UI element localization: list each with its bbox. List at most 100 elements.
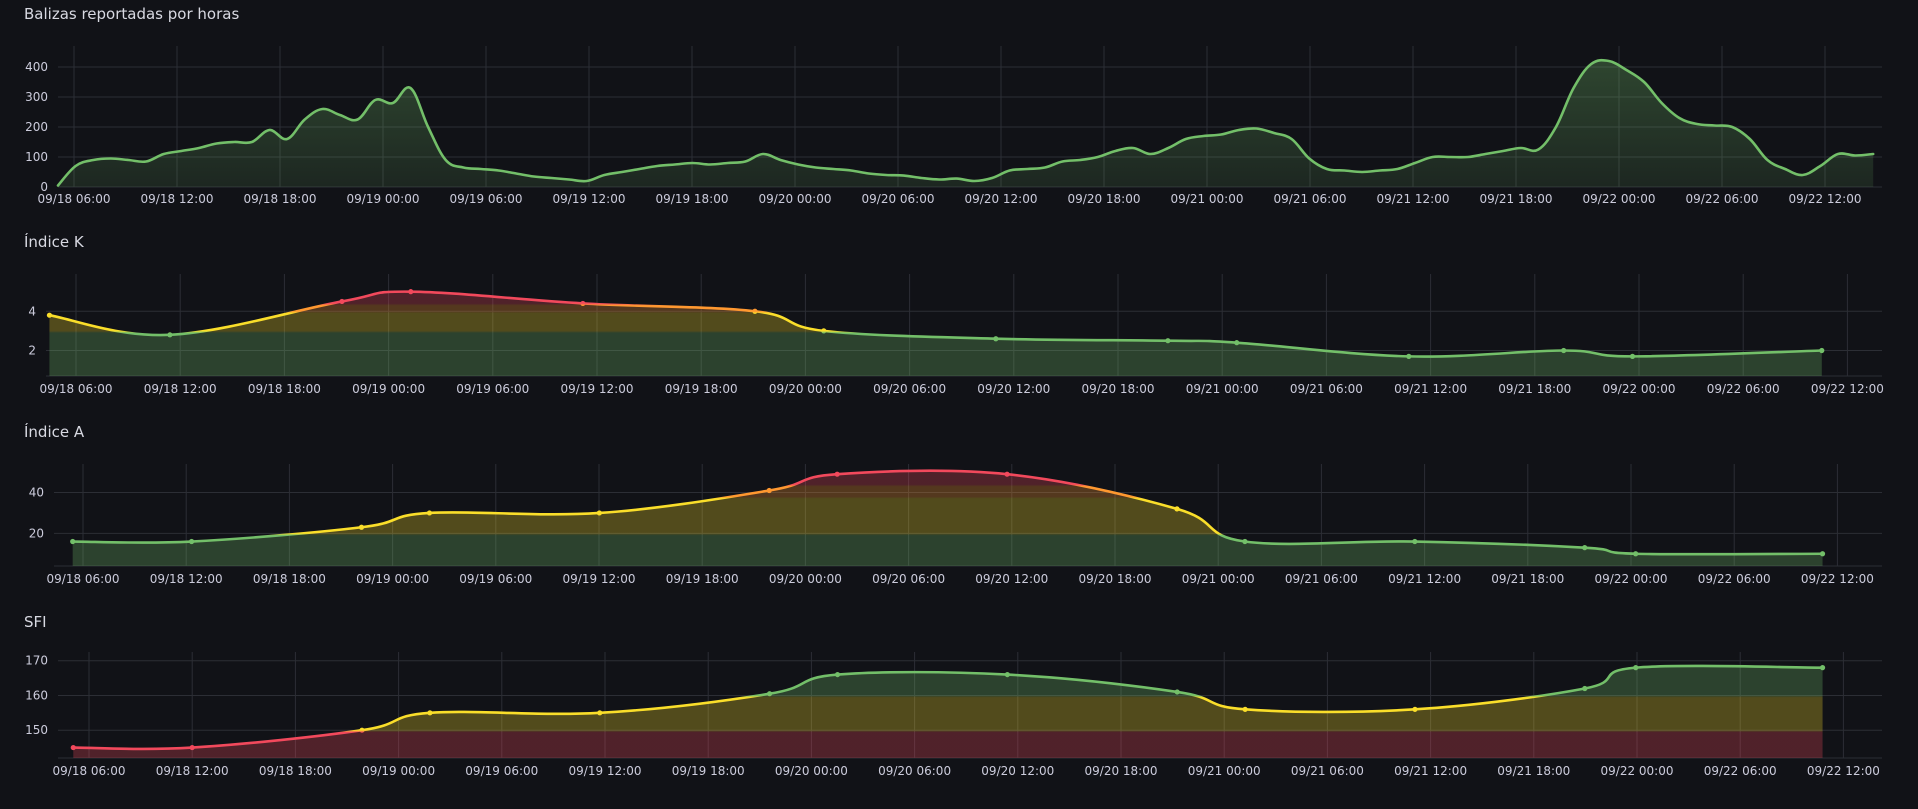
x-tick-label: 09/18 18:00 xyxy=(259,764,332,778)
x-tick-label: 09/18 12:00 xyxy=(141,192,214,206)
data-point[interactable] xyxy=(1174,506,1180,512)
x-tick-label: 09/19 18:00 xyxy=(666,572,739,586)
x-tick-label: 09/21 12:00 xyxy=(1377,192,1450,206)
data-point[interactable] xyxy=(766,691,773,697)
x-tick-label: 09/20 18:00 xyxy=(1085,764,1158,778)
x-tick-label: 09/18 12:00 xyxy=(144,382,217,396)
x-tick-label: 09/19 06:00 xyxy=(450,192,523,206)
y-tick-label: 100 xyxy=(25,150,48,164)
data-point[interactable] xyxy=(1165,338,1171,344)
data-point[interactable] xyxy=(821,328,827,334)
data-point[interactable] xyxy=(580,300,586,307)
x-tick-label: 09/21 12:00 xyxy=(1394,764,1467,778)
data-point[interactable] xyxy=(189,744,195,751)
x-tick-label: 09/20 12:00 xyxy=(965,192,1038,206)
data-point[interactable] xyxy=(46,312,53,318)
x-tick-label: 09/20 18:00 xyxy=(1079,572,1152,586)
x-tick-label: 09/21 18:00 xyxy=(1498,382,1571,396)
x-tick-label: 09/20 18:00 xyxy=(1082,382,1155,396)
data-point[interactable] xyxy=(1819,551,1826,557)
x-tick-label: 09/20 06:00 xyxy=(878,764,951,778)
x-tick-label: 09/20 00:00 xyxy=(775,764,848,778)
series-area xyxy=(49,291,1822,376)
x-tick-label: 09/21 12:00 xyxy=(1394,382,1467,396)
x-tick-label: 09/18 18:00 xyxy=(248,382,321,396)
data-point[interactable] xyxy=(1412,706,1418,712)
x-tick-label: 09/19 00:00 xyxy=(352,382,425,396)
data-point[interactable] xyxy=(1412,538,1418,545)
panel-sfi: SFI 150 160 170 09/18 06:00 09/18 12:00 09/18… xyxy=(0,608,1918,798)
data-point[interactable] xyxy=(1242,538,1248,545)
data-point[interactable] xyxy=(1819,347,1825,354)
data-point[interactable] xyxy=(1633,551,1639,557)
x-tick-label: 09/19 12:00 xyxy=(563,572,636,586)
x-tick-label: 09/21 06:00 xyxy=(1291,764,1364,778)
y-tick-label: 170 xyxy=(25,654,48,668)
x-tick-label: 09/21 18:00 xyxy=(1497,764,1570,778)
x-tick-label: 09/22 12:00 xyxy=(1789,192,1862,206)
x-tick-label: 09/19 06:00 xyxy=(465,764,538,778)
x-tick-label: 09/18 12:00 xyxy=(150,572,223,586)
x-tick-label: 09/20 06:00 xyxy=(862,192,935,206)
x-tick-label: 09/19 18:00 xyxy=(656,192,729,206)
chart-indice-a: 20 40 09/18 06:00 09/18 12:00 09/18 18:00 09/… xyxy=(29,464,1882,586)
data-point[interactable] xyxy=(1004,671,1010,678)
data-point[interactable] xyxy=(993,336,999,342)
data-point[interactable] xyxy=(1406,353,1412,359)
data-point[interactable] xyxy=(834,671,841,678)
series-area xyxy=(72,470,1823,566)
x-tick-label: 09/22 00:00 xyxy=(1603,382,1676,396)
data-point[interactable] xyxy=(1582,685,1588,692)
x-tick-label: 09/18 06:00 xyxy=(38,192,111,206)
data-point[interactable] xyxy=(1174,689,1180,695)
data-point[interactable] xyxy=(339,298,345,305)
data-point[interactable] xyxy=(752,308,758,314)
x-tick-label: 09/22 00:00 xyxy=(1601,764,1674,778)
data-point[interactable] xyxy=(189,538,195,545)
data-point[interactable] xyxy=(427,710,433,716)
data-point[interactable] xyxy=(167,332,173,338)
y-tick-label: 400 xyxy=(25,60,48,74)
data-point[interactable] xyxy=(426,510,433,516)
x-tick-label: 09/21 06:00 xyxy=(1274,192,1347,206)
data-point[interactable] xyxy=(1234,340,1240,346)
x-tick-label: 09/19 00:00 xyxy=(356,572,429,586)
y-tick-label: 20 xyxy=(29,526,44,540)
x-tick-label: 09/20 06:00 xyxy=(873,382,946,396)
x-tick-label: 09/20 12:00 xyxy=(977,382,1050,396)
data-point[interactable] xyxy=(70,538,76,545)
data-point[interactable] xyxy=(1629,353,1636,359)
x-tick-label: 09/18 12:00 xyxy=(156,764,229,778)
y-tick-label: 160 xyxy=(25,688,48,702)
data-point[interactable] xyxy=(1582,545,1588,551)
x-tick-label: 09/19 06:00 xyxy=(459,572,532,586)
data-point[interactable] xyxy=(1819,665,1826,671)
x-tick-label: 09/21 00:00 xyxy=(1171,192,1244,206)
data-point[interactable] xyxy=(597,710,603,716)
x-tick-label: 09/18 06:00 xyxy=(47,572,120,586)
data-point[interactable] xyxy=(1633,665,1639,671)
x-tick-label: 09/22 00:00 xyxy=(1583,192,1656,206)
data-point[interactable] xyxy=(359,727,365,733)
panel-indice-a: Índice A 20 40 09/18 06:00 09/18 12:00 09/18… xyxy=(0,418,1918,598)
x-tick-label: 09/19 06:00 xyxy=(456,382,529,396)
x-tick-label: 09/21 00:00 xyxy=(1186,382,1259,396)
x-tick-label: 09/22 12:00 xyxy=(1801,572,1874,586)
data-point[interactable] xyxy=(408,289,414,295)
y-tick-label: 200 xyxy=(25,120,48,134)
x-tick-label: 09/21 06:00 xyxy=(1285,572,1358,586)
data-point[interactable] xyxy=(1561,347,1567,354)
x-tick-label: 09/19 12:00 xyxy=(553,192,626,206)
data-point[interactable] xyxy=(596,510,602,516)
data-point[interactable] xyxy=(766,487,772,494)
data-point[interactable] xyxy=(358,524,365,530)
x-tick-label: 09/18 18:00 xyxy=(244,192,317,206)
x-tick-label: 09/22 00:00 xyxy=(1595,572,1668,586)
data-point[interactable] xyxy=(834,471,840,477)
chart-balizas: 010020030040009/18 06:00 09/18 12:00 09/18… xyxy=(25,46,1882,206)
data-point[interactable] xyxy=(1004,471,1010,477)
chart-indice-k: 2 4 09/18 06:00 09/18 12:00 09/18 18:00 09/19… xyxy=(28,274,1884,396)
x-tick-label: 09/19 00:00 xyxy=(362,764,435,778)
data-point[interactable] xyxy=(70,744,76,751)
data-point[interactable] xyxy=(1242,706,1248,712)
